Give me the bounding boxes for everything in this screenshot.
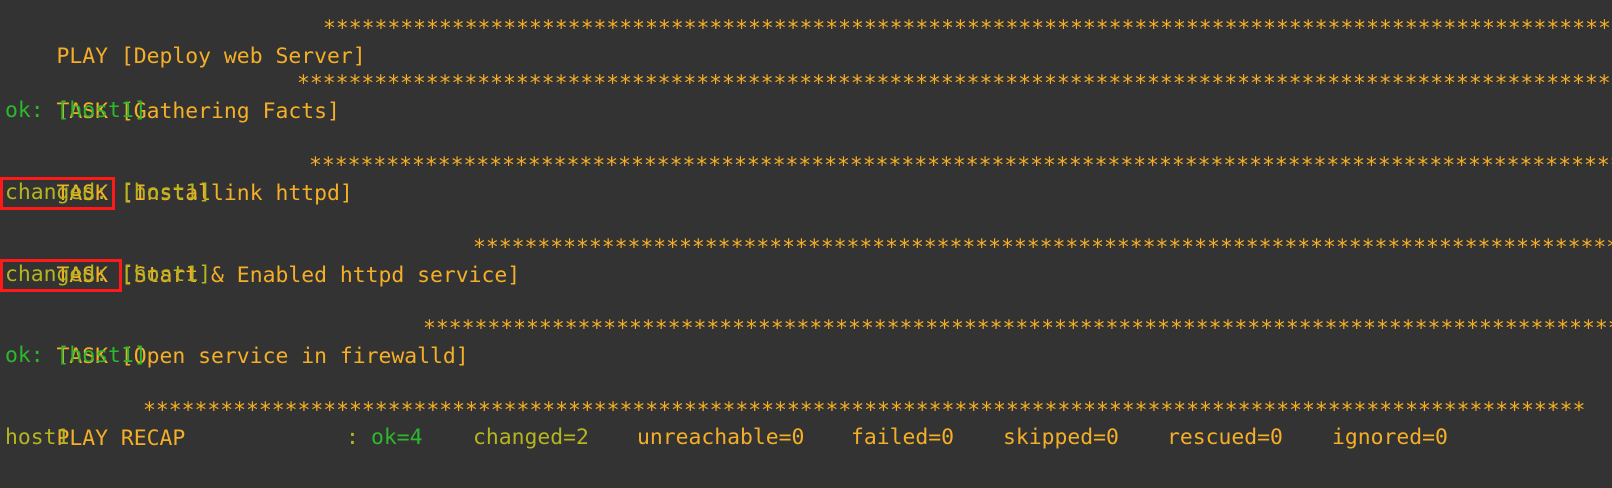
status-ok: ok:	[5, 98, 44, 123]
recap-row: host1 : ok=4 changed=2 unreachable=0 fai…	[5, 424, 1605, 452]
recap-colon: :	[346, 425, 359, 450]
recap-unreachable: unreachable=0	[637, 425, 805, 450]
recap-host: host1	[5, 425, 70, 450]
highlight-box	[0, 177, 115, 210]
host-label: [host1]	[120, 180, 212, 205]
terminal-window: PLAY [Deploy web Server] ***************…	[0, 0, 1612, 488]
highlight-box	[0, 259, 122, 292]
task-stars: ****************************************…	[297, 71, 1612, 96]
task-header-install-httpd: TASK [Installink httpd] ****************…	[5, 152, 1612, 206]
recap-ok: ok=4	[371, 425, 423, 450]
task-header-gathering-facts: TASK [Gathering Facts] *****************…	[5, 70, 1612, 124]
recap-changed: changed=2	[473, 425, 589, 450]
task-stars: ****************************************…	[473, 235, 1612, 260]
task-header-open-firewalld: TASK [Open service in firewalld] *******…	[5, 315, 1612, 369]
recap-skipped: skipped=0	[1003, 425, 1119, 450]
recap-rescued: rescued=0	[1167, 425, 1283, 450]
task-result-gathering-facts: ok: [host1]	[5, 97, 147, 125]
host-label: [host1]	[56, 98, 147, 123]
play-stars: ****************************************…	[323, 16, 1612, 41]
host-label: [host1]	[120, 262, 212, 287]
task-result-open-firewalld: ok: [host1]	[5, 342, 147, 370]
play-title: PLAY [Deploy web Server]	[56, 44, 366, 69]
task-stars: ****************************************…	[423, 316, 1612, 341]
play-header: PLAY [Deploy web Server] ***************…	[5, 15, 1612, 69]
status-ok: ok:	[5, 343, 44, 368]
recap-header: PLAY RECAP *****************************…	[5, 397, 1612, 451]
host-label: [host1]	[56, 343, 147, 368]
recap-stars: ****************************************…	[143, 398, 1586, 423]
recap-failed: failed=0	[851, 425, 955, 450]
task-header-start-httpd: TASK [Start & Enabled httpd service] ***…	[5, 234, 1612, 288]
recap-ignored: ignored=0	[1332, 425, 1448, 450]
task-stars: ****************************************…	[309, 153, 1612, 178]
